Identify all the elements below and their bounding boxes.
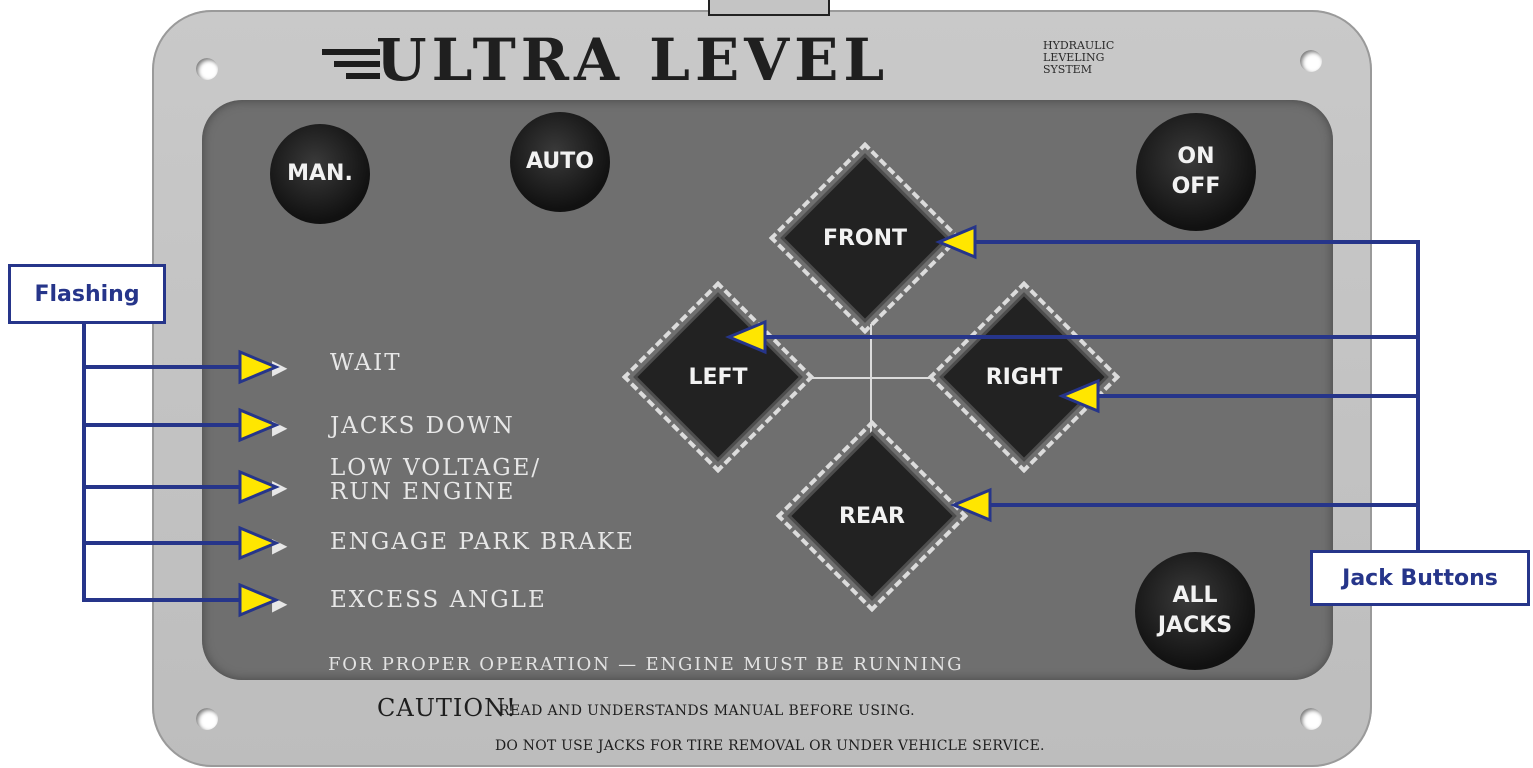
arrowhead-right-icon [1058, 378, 1100, 414]
flashing-callout-label: Flashing [34, 281, 140, 307]
callout-overlay [82, 224, 1420, 618]
arrowhead-jacks-down-icon [238, 407, 280, 443]
arrowhead-wait-icon [238, 349, 280, 385]
jack-buttons-callout: Jack Buttons [1310, 550, 1530, 606]
arrowhead-left-icon [725, 319, 767, 355]
arrowhead-excess-angle-icon [238, 582, 280, 618]
jack-rear-line [990, 503, 1420, 550]
callout-lines [82, 240, 1420, 602]
arrowhead-park-brake-icon [238, 525, 280, 561]
jack-buttons-callout-label: Jack Buttons [1342, 565, 1498, 591]
arrowhead-low-voltage-icon [238, 469, 280, 505]
jack-trunk-line [975, 240, 1420, 505]
arrowhead-front-icon [935, 224, 977, 260]
callout-arrowheads [238, 224, 1100, 618]
flashing-callout: Flashing [8, 264, 166, 324]
arrowhead-rear-icon [950, 487, 992, 523]
flashing-trunk-line [82, 318, 240, 602]
